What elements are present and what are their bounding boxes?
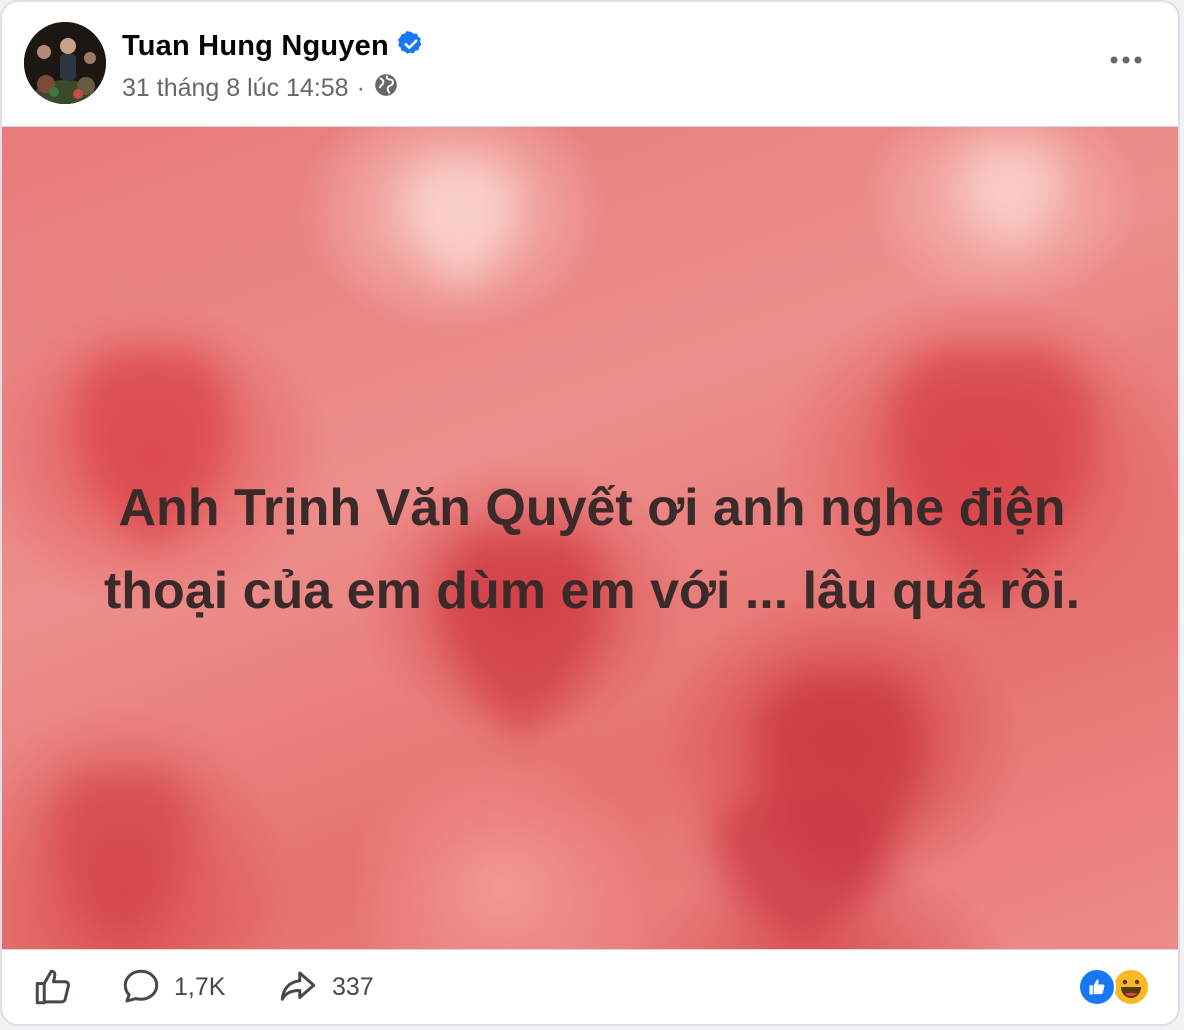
verified-badge-icon [397, 30, 425, 63]
post-header: Tuan Hung Nguyen 31 tháng 8 lúc 14:58 · [2, 2, 1178, 126]
like-icon [35, 969, 70, 1005]
haha-reaction-icon [1112, 968, 1150, 1006]
author-row: Tuan Hung Nguyen [122, 30, 425, 63]
action-bar: 1,7K 337 [2, 948, 1178, 1024]
more-icon [1110, 56, 1142, 64]
post-meta: 31 tháng 8 lúc 14:58 · [122, 72, 399, 105]
share-button[interactable]: 337 [276, 966, 374, 1008]
reactions-summary[interactable] [1078, 968, 1150, 1006]
post-timestamp[interactable]: 31 tháng 8 lúc 14:58 [122, 74, 349, 103]
post-text-line-1: Anh Trịnh Văn Quyết ơi anh nghe điện [118, 479, 1066, 537]
comment-icon [123, 969, 159, 1003]
share-count: 337 [332, 972, 374, 1001]
share-icon [280, 971, 316, 1001]
author-name[interactable]: Tuan Hung Nguyen [122, 30, 389, 63]
like-button[interactable] [32, 966, 74, 1008]
avatar-image [24, 22, 106, 104]
post-text-line-2: thoại của em dùm em với ... lâu quá rồi. [103, 562, 1081, 620]
meta-separator: · [356, 74, 365, 102]
avatar[interactable] [24, 22, 106, 104]
comment-count: 1,7K [174, 972, 226, 1001]
comment-button[interactable]: 1,7K [120, 966, 225, 1008]
post-card: Tuan Hung Nguyen 31 tháng 8 lúc 14:58 · [0, 0, 1180, 1026]
more-options-button[interactable] [1102, 40, 1150, 80]
like-reaction-icon [1078, 968, 1116, 1006]
post-text: Anh Trịnh Văn Quyết ơi anh nghe điện tho… [42, 467, 1142, 633]
globe-icon[interactable] [373, 72, 399, 105]
post-background: Anh Trịnh Văn Quyết ơi anh nghe điện tho… [2, 126, 1178, 950]
